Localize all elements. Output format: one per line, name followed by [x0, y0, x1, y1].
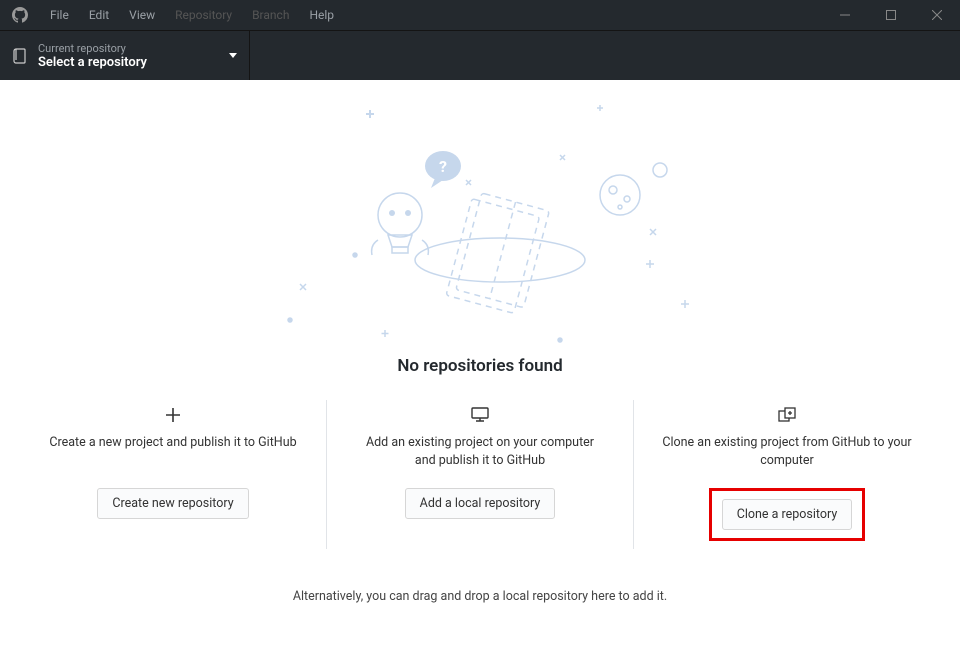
- menu-help[interactable]: Help: [299, 8, 344, 22]
- svg-text:?: ?: [439, 157, 447, 176]
- clone-icon: [776, 404, 798, 426]
- main-content: ? No repositories found: [0, 80, 960, 660]
- menubar: File Edit View Repository Branch Help: [40, 8, 344, 22]
- menu-repository[interactable]: Repository: [165, 8, 242, 22]
- github-logo-icon: [12, 7, 28, 23]
- highlight-annotation: Clone a repository: [709, 488, 866, 541]
- option-add: Add an existing project on your computer…: [326, 400, 633, 549]
- menu-file[interactable]: File: [40, 8, 79, 22]
- repo-selector-label: Current repository: [38, 42, 229, 55]
- repo-selector-value: Select a repository: [38, 55, 229, 70]
- chevron-down-icon: [229, 53, 237, 58]
- option-clone-desc: Clone an existing project from GitHub to…: [662, 434, 912, 470]
- option-clone: Clone an existing project from GitHub to…: [633, 400, 940, 549]
- menu-view[interactable]: View: [119, 8, 165, 22]
- menu-edit[interactable]: Edit: [79, 8, 119, 22]
- footer-note: Alternatively, you can drag and drop a l…: [0, 589, 960, 604]
- window-controls: [822, 0, 960, 30]
- option-add-desc: Add an existing project on your computer…: [355, 434, 605, 470]
- options-row: Create a new project and publish it to G…: [20, 400, 940, 549]
- blankslate-illustration: ?: [230, 90, 730, 350]
- toolbar: Current repository Select a repository: [0, 30, 960, 80]
- heading-no-repositories: No repositories found: [0, 356, 960, 376]
- create-new-repository-button[interactable]: Create new repository: [97, 488, 248, 519]
- clone-repository-button[interactable]: Clone a repository: [722, 499, 853, 530]
- close-button[interactable]: [914, 0, 960, 30]
- current-repository-selector[interactable]: Current repository Select a repository: [0, 31, 250, 80]
- titlebar: File Edit View Repository Branch Help: [0, 0, 960, 30]
- computer-icon: [469, 404, 491, 426]
- maximize-button[interactable]: [868, 0, 914, 30]
- minimize-button[interactable]: [822, 0, 868, 30]
- plus-icon: [162, 404, 184, 426]
- repo-icon: [12, 48, 28, 64]
- add-local-repository-button[interactable]: Add a local repository: [405, 488, 556, 519]
- option-create-desc: Create a new project and publish it to G…: [49, 434, 296, 470]
- menu-branch[interactable]: Branch: [242, 8, 299, 22]
- option-create: Create a new project and publish it to G…: [20, 400, 326, 549]
